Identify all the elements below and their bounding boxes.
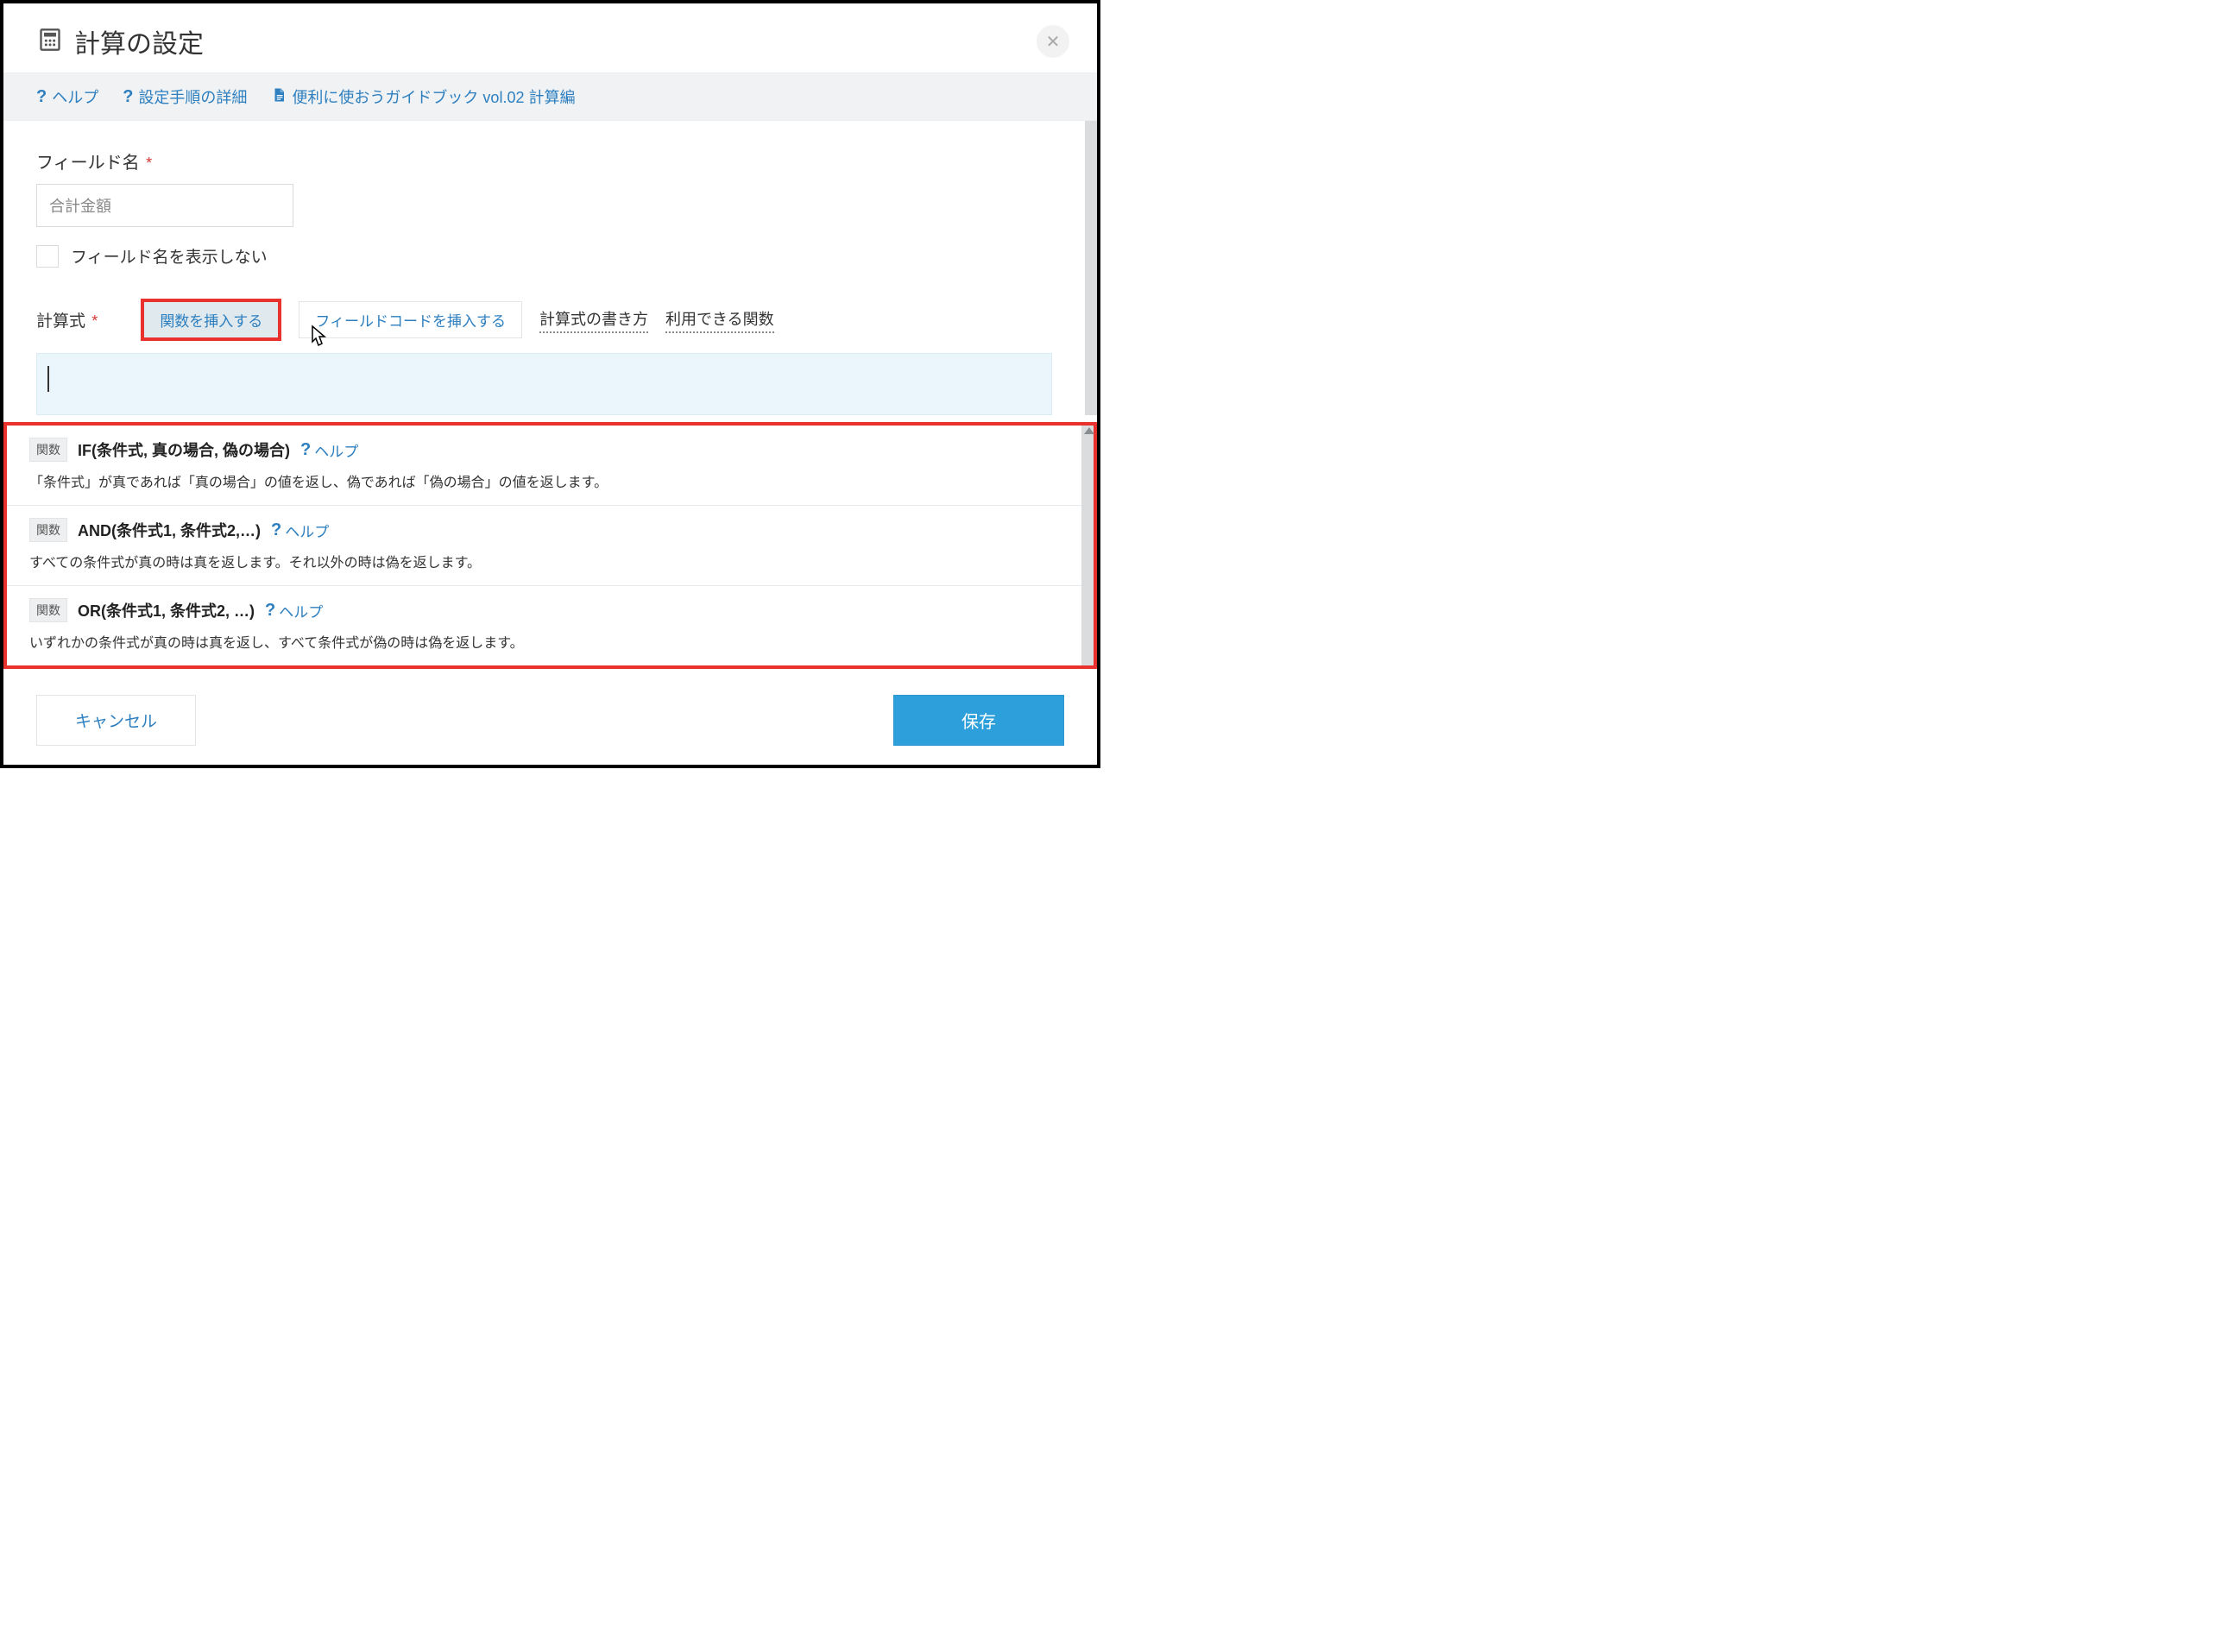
modal-header: 計算の設定 ✕	[3, 3, 1097, 73]
insert-function-label: 関数を挿入する	[160, 313, 262, 330]
help-bar: ? ヘルプ ? 設定手順の詳細 便利に使おうガイドブック vol.02 計算編	[3, 73, 1097, 121]
field-name-label-text: フィールド名	[36, 154, 140, 173]
question-icon: ?	[123, 87, 133, 107]
function-help-label: ヘルプ	[314, 439, 358, 461]
save-button[interactable]: 保存	[893, 695, 1064, 746]
function-description: 「条件式」が真であれば「真の場合」の値を返し、偽であれば「偽の場合」の値を返しま…	[29, 470, 1059, 491]
function-help-link[interactable]: ? ヘルプ	[300, 439, 358, 461]
save-button-label: 保存	[961, 713, 996, 732]
form-area: フィールド名 * フィールド名を表示しない 計算式 * 関数を挿入する フィール…	[3, 121, 1097, 415]
function-item-or[interactable]: 関数 OR(条件式1, 条件式2, …) ? ヘルプ いずれかの条件式が真の時は…	[7, 586, 1081, 665]
function-help-label: ヘルプ	[279, 600, 323, 621]
function-badge: 関数	[29, 518, 67, 542]
function-help-link[interactable]: ? ヘルプ	[271, 520, 329, 541]
help-link-label: ヘルプ	[52, 85, 98, 108]
function-signature: OR(条件式1, 条件式2, …)	[78, 599, 255, 621]
insert-field-code-button[interactable]: フィールドコードを挿入する	[299, 301, 522, 338]
close-icon: ✕	[1046, 31, 1061, 53]
field-name-input[interactable]	[36, 184, 293, 227]
hide-field-name-label: フィールド名を表示しない	[71, 244, 268, 268]
cancel-button[interactable]: キャンセル	[36, 695, 196, 746]
function-description: すべての条件式が真の時は真を返します。それ以外の時は偽を返します。	[29, 551, 1059, 571]
function-help-label: ヘルプ	[285, 520, 329, 541]
function-suggestion-list: 関数 IF(条件式, 真の場合, 偽の場合) ? ヘルプ 「条件式」が真であれば…	[3, 422, 1097, 669]
field-name-label: フィールド名 *	[36, 148, 1052, 173]
function-item-and[interactable]: 関数 AND(条件式1, 条件式2,…) ? ヘルプ すべての条件式が真の時は真…	[7, 506, 1081, 586]
insert-function-button[interactable]: 関数を挿入する	[141, 299, 281, 341]
question-icon: ?	[271, 520, 281, 540]
close-button[interactable]: ✕	[1037, 25, 1069, 58]
calculator-icon	[38, 28, 62, 56]
question-icon: ?	[36, 87, 47, 107]
formula-label-text: 計算式	[36, 312, 85, 331]
cancel-button-label: キャンセル	[75, 713, 157, 731]
question-icon: ?	[265, 601, 275, 621]
help-link[interactable]: ? ヘルプ	[36, 85, 98, 108]
formula-howto-link[interactable]: 計算式の書き方	[539, 307, 648, 333]
dialog-footer: キャンセル 保存	[3, 669, 1097, 765]
function-badge: 関数	[29, 438, 67, 462]
required-mark: *	[146, 154, 152, 172]
function-badge: 関数	[29, 598, 67, 622]
settings-detail-label: 設定手順の詳細	[138, 85, 247, 108]
text-caret	[47, 366, 49, 392]
required-mark: *	[91, 312, 98, 330]
guidebook-label: 便利に使おうガイドブック vol.02 計算編	[292, 85, 575, 108]
hide-field-name-checkbox[interactable]	[36, 245, 59, 268]
modal-title: 計算の設定	[74, 22, 1037, 60]
function-signature: AND(条件式1, 条件式2,…)	[78, 519, 261, 541]
function-description: いずれかの条件式が真の時は真を返し、すべて条件式が偽の時は偽を返します。	[29, 631, 1059, 652]
hide-field-name-row: フィールド名を表示しない	[36, 244, 1052, 268]
formula-controls-row: 計算式 * 関数を挿入する フィールドコードを挿入する 計算式の書き方 利用でき…	[36, 299, 1052, 341]
guidebook-link[interactable]: 便利に使おうガイドブック vol.02 計算編	[271, 85, 575, 108]
scroll-up-arrow-icon	[1084, 427, 1094, 434]
function-item-if[interactable]: 関数 IF(条件式, 真の場合, 偽の場合) ? ヘルプ 「条件式」が真であれば…	[7, 426, 1081, 506]
function-help-link[interactable]: ? ヘルプ	[265, 600, 323, 621]
formula-input[interactable]	[36, 353, 1052, 415]
question-icon: ?	[300, 440, 311, 460]
available-functions-link[interactable]: 利用できる関数	[665, 307, 774, 333]
function-signature: IF(条件式, 真の場合, 偽の場合)	[78, 438, 290, 461]
formula-label: 計算式 *	[36, 308, 98, 331]
settings-detail-link[interactable]: ? 設定手順の詳細	[123, 85, 247, 108]
insert-field-code-label: フィールドコードを挿入する	[315, 313, 506, 330]
document-icon	[271, 86, 287, 108]
dialog-frame: 計算の設定 ✕ ? ヘルプ ? 設定手順の詳細 便利に使おうガイドブック vol…	[0, 0, 1100, 768]
